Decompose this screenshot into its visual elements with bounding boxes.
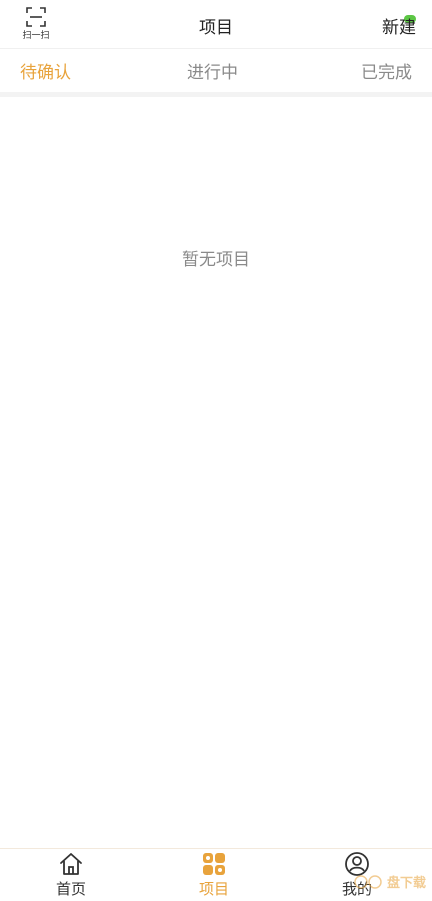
home-icon — [60, 853, 82, 875]
tab-pending[interactable]: 待确认 — [20, 58, 71, 83]
nav-projects[interactable]: 项目 — [164, 851, 264, 898]
top-bar: 扫一扫 项目 新建 — [0, 0, 432, 48]
empty-state-text: 暂无项目 — [182, 250, 250, 270]
nav-projects-label: 项目 — [198, 880, 229, 898]
tab-bar: 待确认 进行中 已完成 — [0, 48, 432, 96]
new-button[interactable]: 新建 — [382, 13, 416, 38]
page-title: 项目 — [199, 18, 233, 38]
nav-home-label: 首页 — [55, 880, 86, 898]
grid-icon — [203, 853, 225, 875]
watermark-text: 盘下载 — [386, 876, 426, 891]
nav-home[interactable]: 首页 — [21, 851, 121, 898]
watermark-logo-icon — [354, 874, 382, 889]
tab-in-progress[interactable]: 进行中 — [187, 58, 238, 83]
watermark: 盘下载 — [354, 872, 426, 891]
tabs-divider — [0, 92, 432, 97]
tab-completed[interactable]: 已完成 — [361, 58, 412, 83]
